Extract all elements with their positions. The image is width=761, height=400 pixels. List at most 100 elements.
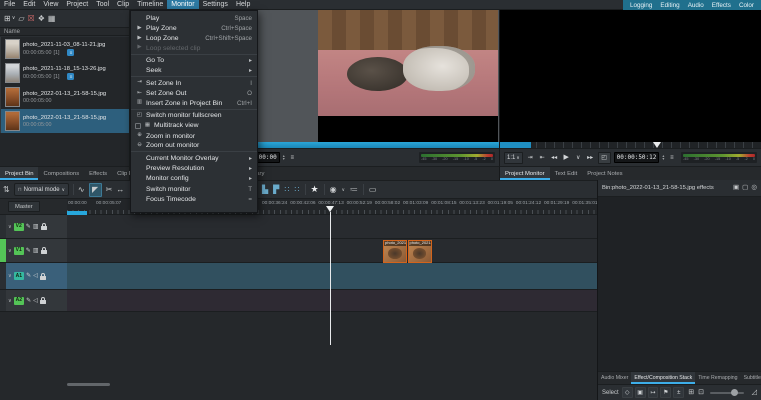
chevron-down-icon[interactable]: ∨ [8, 224, 12, 230]
menu-item[interactable]: ⊕ Zoom in monitor ▸ [131, 131, 257, 141]
track-target-strip[interactable] [0, 290, 6, 311]
menu-item[interactable]: ▶ Loop selected clip ▸ [131, 44, 257, 55]
menubar-item[interactable]: Timeline [133, 0, 167, 9]
menu-item[interactable]: ▶ Play Zone Ctrl+Space ▸ [131, 23, 257, 33]
arrow-right-icon[interactable]: ↦ [647, 387, 659, 398]
dock-tab[interactable]: Project Monitor [500, 167, 550, 180]
film-icon[interactable]: ▥ [33, 248, 39, 254]
play-menu-icon[interactable]: ∨ [574, 152, 583, 164]
menubar-item[interactable]: Help [232, 0, 254, 9]
menu-item[interactable]: ◰ Switch monitor fullscreen ▸ [131, 111, 257, 121]
extract-zone-timeline-icon[interactable]: ▛ [273, 185, 279, 194]
menu-item[interactable]: ⇥ Set Zone In I ▸ [131, 78, 257, 88]
bin-clip-row[interactable]: photo_2021-11-18_15-13-26.jpg 00:00:05:0… [0, 61, 129, 85]
timeline-clip[interactable]: photo_2021-1 [383, 240, 407, 263]
monitor-menu-icon[interactable]: ≡ [667, 152, 676, 164]
plus-minus-icon[interactable]: ± [673, 387, 685, 398]
edit-icon[interactable]: ✎ [26, 273, 31, 279]
tag-icon[interactable]: ◇ [621, 387, 633, 398]
mix-clips-icon[interactable]: ∿ [78, 185, 85, 194]
lock-icon[interactable] [40, 247, 47, 254]
menubar-item[interactable]: Project [62, 0, 92, 9]
project-monitor-timecode[interactable]: 00:00:50:12 [613, 152, 660, 163]
dock-tab[interactable]: Project Bin [0, 167, 39, 180]
timeline-track-lane[interactable] [67, 239, 597, 263]
track-target-badge[interactable]: A1 [13, 272, 25, 280]
lock-icon[interactable] [39, 297, 46, 304]
selection-tool-button[interactable]: ◤ [88, 182, 102, 197]
timeline-dots-icon[interactable]: ∷ [284, 185, 289, 194]
delete-clip-icon[interactable]: ☒ [28, 14, 35, 23]
lock-icon[interactable] [39, 272, 46, 280]
eye-icon[interactable]: ◎ [751, 184, 757, 192]
track-target-strip[interactable] [0, 263, 6, 289]
copy-icon[interactable]: ▣ [733, 184, 739, 192]
adjust-icon[interactable]: ≔ [350, 185, 358, 194]
set-zone-out-icon[interactable]: ⇤ [538, 152, 547, 164]
chevron-down-icon[interactable]: ∨ [342, 187, 345, 193]
edit-icon[interactable]: ✎ [26, 224, 31, 230]
monitor-scale-select[interactable]: 1:1 ∨ [504, 151, 523, 164]
menu-item[interactable]: Monitor config ▸ [131, 174, 257, 184]
edit-icon[interactable]: ✎ [26, 298, 31, 304]
timeline-horizontal-scrollbar[interactable] [67, 383, 110, 386]
menu-item[interactable]: Play Space ▸ [131, 13, 257, 23]
menubar-item[interactable]: File [0, 0, 19, 9]
speaker-icon[interactable]: ◁ [33, 298, 38, 304]
timeline-empty-area[interactable] [0, 312, 597, 400]
favorite-effects-icon[interactable]: ★ [311, 185, 319, 194]
rename-icon[interactable]: ▭ [369, 185, 377, 194]
dock-tab[interactable]: Audio Mixer [598, 372, 631, 384]
timecode-spinner[interactable]: ▴ ▾ [283, 153, 285, 161]
menubar-item[interactable]: View [39, 0, 62, 9]
track-target-badge[interactable]: V2 [13, 222, 24, 231]
workspace-item[interactable]: Editing [656, 2, 683, 9]
rewind-icon[interactable]: ◂◂ [550, 152, 559, 164]
speaker-icon[interactable]: ◁ [33, 273, 38, 279]
dock-tab[interactable]: Subtitles [741, 372, 761, 384]
flag-icon[interactable]: ⚑ [660, 387, 672, 398]
track-header[interactable]: ∨ A1 ✎ ▥ ◁ [0, 263, 67, 290]
track-target-strip[interactable] [0, 215, 6, 238]
timeline-ruler[interactable]: Master 00:00:00 00:00:05:07 00:00:36:24 00:… [0, 199, 597, 215]
timeline-clip[interactable]: photo_2021-1 [407, 240, 432, 263]
chevron-down-icon[interactable]: ∨ [8, 273, 12, 279]
track-header[interactable]: ∨ V1 ✎ ▥ ◁ [0, 239, 67, 263]
lock-icon[interactable] [40, 223, 47, 230]
workspace-item[interactable]: Color [735, 2, 758, 9]
dock-tab[interactable]: Time Remapping [695, 372, 740, 384]
timeline-track-lane[interactable] [67, 290, 597, 312]
menu-item[interactable]: Preview Resolution ▸ [131, 164, 257, 174]
edit-mode-select[interactable]: ⊓ Normal mode ∨ [13, 183, 69, 196]
add-clip-icon[interactable]: ⊞ [4, 14, 11, 23]
dock-tab[interactable]: Compositions [38, 167, 84, 180]
dock-tab[interactable]: Effect/Composition Stack [631, 372, 696, 384]
timeline-track-lane[interactable] [67, 215, 597, 239]
playhead-handle[interactable] [326, 206, 334, 212]
timeline-dots-icon[interactable]: ∷ [294, 185, 299, 194]
monitor-menu-icon[interactable]: ≡ [288, 152, 297, 164]
tags-icon[interactable]: ❖ [38, 14, 45, 23]
switch-fullscreen-icon[interactable]: ◰ [597, 151, 611, 164]
bin-clip-row[interactable]: photo_2021-11-03_08-11-21.jpg 00:00:05:0… [0, 37, 129, 61]
menu-item[interactable]: Seek ▸ [131, 66, 257, 78]
menu-item[interactable]: Switch monitor T ▸ [131, 184, 257, 194]
track-header[interactable]: ∨ V2 ✎ ▥ ◁ [0, 215, 67, 239]
track-tools-icon[interactable]: ⇅ [3, 185, 10, 194]
fit-zoom-icon[interactable]: ◿ [752, 389, 757, 396]
menubar-item[interactable]: Clip [113, 0, 133, 9]
menubar-item[interactable]: Monitor [167, 0, 199, 9]
timeline-track-lane[interactable] [67, 263, 597, 290]
record-icon[interactable]: ◉ [330, 185, 337, 194]
bin-clip-row[interactable]: photo_2022-01-13_21-58-15.jpg 00:00:05:0… [0, 109, 129, 133]
dock-tab[interactable]: Effects [84, 167, 112, 180]
workspace-item[interactable]: Effects [708, 2, 735, 9]
edit-icon[interactable]: ✎ [26, 248, 31, 254]
menu-item[interactable]: ▦ Multitrack view ▸ [131, 121, 257, 131]
menu-item[interactable]: Go To ▸ [131, 56, 257, 66]
set-zone-in-icon[interactable]: ⇥ [526, 152, 535, 164]
menu-item[interactable]: ⇤ Set Zone Out O ▸ [131, 88, 257, 98]
add-clip-dropdown-icon[interactable]: ∨ [12, 16, 16, 21]
grid-icon[interactable]: ⊞ [688, 389, 694, 396]
menubar-item[interactable]: Tool [92, 0, 113, 9]
